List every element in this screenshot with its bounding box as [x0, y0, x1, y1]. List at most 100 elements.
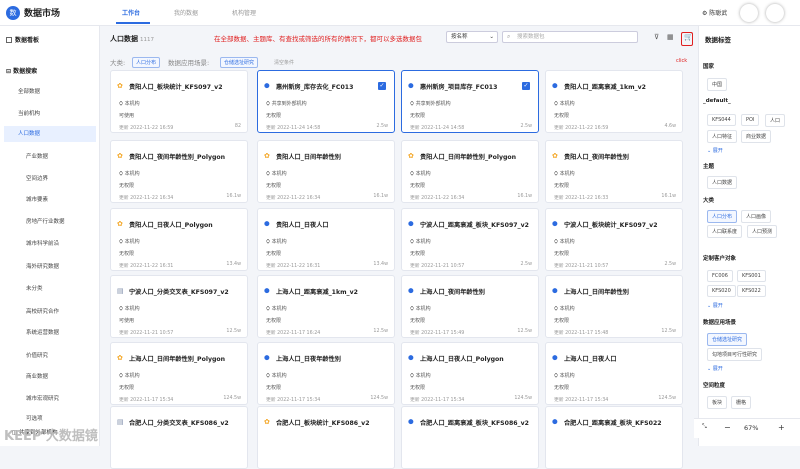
tag-population-features[interactable]: 人口特征 — [707, 130, 738, 143]
sidebar-item-value[interactable]: 价值研究 — [26, 351, 48, 359]
sort-select[interactable]: 按名称 ⌄ — [446, 31, 498, 43]
tag-population-distribution[interactable]: 人口分布 — [707, 210, 738, 223]
data-card[interactable]: ⬤ 惠州新房_库存去化_FC013 ⛭ 共享到外部机构 无权限 更新 2022-11-2… — [257, 70, 395, 133]
tag-china[interactable]: 中国 — [707, 78, 728, 91]
data-card[interactable]: ✿ 贵阳人口_板块统计_KFS097_v2 ⛭ 本机构 可使用 更新 2022-11-2… — [110, 70, 248, 133]
zoom-in-button[interactable]: + — [778, 423, 785, 432]
tag-population-forecast[interactable]: 人口预测 — [747, 225, 778, 238]
sidebar-item-boundary[interactable]: 空间边界 — [26, 174, 48, 182]
card-org: ⛭ 共享到外部机构 — [410, 100, 451, 107]
data-card[interactable]: ✿ 上海人口_日间年龄性别_Polygon ⛭ 本机构 无权限 更新 2022-11-1… — [110, 342, 248, 405]
sidebar-search-section[interactable]: ⊟ 数据搜索 — [6, 66, 37, 75]
sidebar-item-university[interactable]: 高校研究合作 — [26, 307, 59, 315]
tag-fc006[interactable]: FC006 — [707, 270, 733, 282]
tag-population-profile[interactable]: 人口画像 — [741, 210, 772, 223]
tag-kfs022[interactable]: KFS022 — [737, 285, 766, 297]
tab-workbench[interactable]: 工作台 — [122, 8, 140, 17]
card-permission: 无权限 — [410, 183, 426, 189]
cube-icon: ✿ — [264, 152, 270, 160]
grid-view-icon[interactable]: ▦ — [667, 33, 674, 41]
search-input[interactable]: ⌕ 搜索数据包 — [502, 31, 638, 43]
card-updated: 更新 2022-11-17 15:34 — [266, 398, 321, 403]
expand-default-link[interactable]: ⌄ 展开 — [707, 147, 723, 154]
tag-population[interactable]: 人口 — [765, 114, 786, 127]
tag-warehouse-siting[interactable]: 仓储选址研究 — [707, 333, 748, 346]
tag-kfs020[interactable]: KFS020 — [707, 285, 736, 297]
data-card[interactable]: ✿ 贵阳人口_夜间年龄性别 ⛭ 本机构 无权限 更新 2022-11-22 16:33 1… — [545, 140, 683, 203]
card-updated: 更新 2022-11-17 15:34 — [119, 398, 174, 403]
data-card[interactable]: ⬤ 上海人口_日间年龄性别 ⛭ 本机构 无权限 更新 2022-11-17 15:48 1… — [545, 275, 683, 338]
sidebar-item-city-elements[interactable]: 城市要素 — [26, 195, 48, 203]
tag-kfs044[interactable]: KFS044 — [707, 114, 736, 126]
sidebar-item-realestate[interactable]: 房地产行业数据 — [26, 217, 65, 225]
data-card[interactable]: ⬤ 贵阳人口_日夜人口 ⛭ 本机构 无权限 更新 2022-11-22 16:31 13.… — [257, 208, 395, 271]
data-card[interactable]: ⬤ 上海人口_日夜人口 ⛭ 本机构 无权限 更新 2022-11-17 15:34 124… — [545, 342, 683, 405]
tab-org-manage[interactable]: 机构管理 — [232, 8, 256, 17]
data-card[interactable]: ✿ 贵阳人口_日间年龄性别_Polygon ⛭ 本机构 无权限 更新 2022-11-2… — [401, 140, 539, 203]
data-card[interactable]: ⬤ 上海人口_日夜人口_Polygon ⛭ 本机构 无权限 更新 2022-11-17 … — [401, 342, 539, 405]
data-card[interactable]: ⬤ 上海人口_日夜年龄性别 ⛭ 本机构 无权限 更新 2022-11-17 15:34 1… — [257, 342, 395, 405]
card-permission: 无权限 — [266, 183, 282, 189]
data-card[interactable]: ▤ 宁波人口_分类交叉表_KFS097_v2 ⛭ 本机构 可使用 更新 2022-11-… — [110, 275, 248, 338]
user-name[interactable]: ⚙ 陈聪武 — [702, 8, 727, 17]
fit-screen-icon[interactable]: ⤡ — [702, 423, 707, 431]
map-pin-icon: ⬤ — [408, 419, 414, 425]
tag-section-big: 大类 — [703, 198, 715, 204]
sidebar-board[interactable]: 数据看板 — [6, 35, 39, 44]
tag-population-data[interactable]: 人口数据 — [707, 176, 738, 189]
sidebar-item-overseas[interactable]: 海外研究数据 — [26, 262, 59, 270]
zoom-out-button[interactable]: − — [724, 423, 731, 432]
expand-customer-link[interactable]: ⌄ 展开 — [707, 302, 723, 309]
tag-poi[interactable]: POI — [741, 114, 760, 126]
data-card[interactable]: ✿ 贵阳人口_夜间年龄性别_Polygon ⛭ 本机构 无权限 更新 2022-11-2… — [110, 140, 248, 203]
data-card[interactable]: ⬤ 宁波人口_板块统计_KFS097_v2 ⛭ 本机构 无权限 更新 2022-11-2… — [545, 208, 683, 271]
data-card[interactable]: ✿ 贵阳人口_日夜人口_Polygon ⛭ 本机构 无权限 更新 2022-11-22 … — [110, 208, 248, 271]
card-title: 上海人口_日夜年龄性别 — [276, 356, 341, 363]
expand-scene-link[interactable]: ⌄ 展开 — [707, 365, 723, 372]
sidebar-item-population[interactable]: 人口数据 — [4, 126, 96, 142]
card-checkbox[interactable]: ✓ — [522, 82, 530, 90]
data-card[interactable]: ▤ 合肥人口_分类交叉表_KFS086_v2 — [110, 406, 248, 469]
tag-population-link[interactable]: 人口联系度 — [707, 225, 743, 238]
card-org: ⛭ 本机构 — [119, 372, 140, 379]
sidebar-item-all-data[interactable]: 全部数据 — [18, 87, 40, 95]
clear-filters-link[interactable]: 清空条件 — [274, 59, 294, 66]
tag-section-country: 国家 — [703, 64, 715, 70]
result-count: 1117 — [140, 37, 154, 43]
annotation-text: 在全部数据、主题库、有查找或筛选的所有的情况下，都可以多选数据包 — [214, 35, 422, 43]
table-icon: ▤ — [117, 418, 124, 426]
data-card[interactable]: ⬤ 合肥人口_距离衰减_板块_KFS086_v2 — [401, 406, 539, 469]
data-card[interactable]: ⬤ 宁波人口_距离衰减_板块_KFS097_v2 ⛭ 本机构 无权限 更新 2022-1… — [401, 208, 539, 271]
tag-land-feasibility[interactable]: 勾地项目可行性研究 — [707, 348, 763, 361]
card-checkbox[interactable]: ✓ — [378, 82, 386, 90]
data-card[interactable]: ⬤ 贵阳人口_距离衰减_1km_v2 ⛭ 本机构 无权限 更新 2022-11-22 1… — [545, 70, 683, 133]
chevron-down-icon: ⌄ — [489, 34, 494, 40]
data-card[interactable]: ⬤ 上海人口_夜间年龄性别 ⛭ 本机构 无权限 更新 2022-11-17 15:49 1… — [401, 275, 539, 338]
data-card[interactable]: ⬤ 惠州新房_项目库存_FC013 ⛭ 共享到外部机构 无权限 更新 2022-11-2… — [401, 70, 539, 133]
profile-button[interactable] — [766, 4, 784, 22]
sidebar-item-frontier[interactable]: 城市科学前沿 — [26, 239, 59, 247]
filter-chip-population[interactable]: 人口分布 — [132, 57, 161, 68]
sidebar-item-macro[interactable]: 城市宏观研究 — [26, 394, 59, 402]
tag-business-data[interactable]: 商业数据 — [741, 130, 772, 143]
data-card[interactable]: ⬤ 上海人口_距离衰减_1km_v2 ⛭ 本机构 无权限 更新 2022-11-17 1… — [257, 275, 395, 338]
tag-grid[interactable]: 栅格 — [731, 396, 752, 409]
card-size: 16.1w — [517, 194, 532, 199]
tab-my-data[interactable]: 我的数据 — [174, 8, 198, 17]
sidebar-item-business[interactable]: 商业数据 — [26, 372, 48, 380]
card-org: ⛭ 本机构 — [119, 100, 140, 107]
sidebar-item-uncategorized[interactable]: 未分类 — [26, 284, 43, 292]
filter-chip-scene[interactable]: 仓储选址研究 — [220, 57, 259, 68]
data-card[interactable]: ✿ 合肥人口_板块统计_KFS086_v2 — [257, 406, 395, 469]
theme-toggle-button[interactable] — [740, 4, 758, 22]
sidebar-item-optional[interactable]: 可选项 — [26, 414, 43, 422]
tag-kfs001[interactable]: KFS001 — [737, 270, 766, 282]
card-title: 合肥人口_分类交叉表_KFS086_v2 — [129, 420, 229, 427]
filter-icon[interactable]: ⊽ — [654, 33, 659, 41]
sidebar-item-industry[interactable]: 产业数据 — [26, 152, 48, 160]
tag-block[interactable]: 板块 — [707, 396, 728, 409]
data-card[interactable]: ⬤ 合肥人口_距离衰减_板块_KFS022 — [545, 406, 683, 469]
sidebar-item-operations[interactable]: 系统运营数据 — [26, 328, 59, 336]
data-card[interactable]: ✿ 贵阳人口_日间年龄性别 ⛭ 本机构 无权限 更新 2022-11-22 16:34 1… — [257, 140, 395, 203]
card-permission: 无权限 — [266, 385, 282, 391]
